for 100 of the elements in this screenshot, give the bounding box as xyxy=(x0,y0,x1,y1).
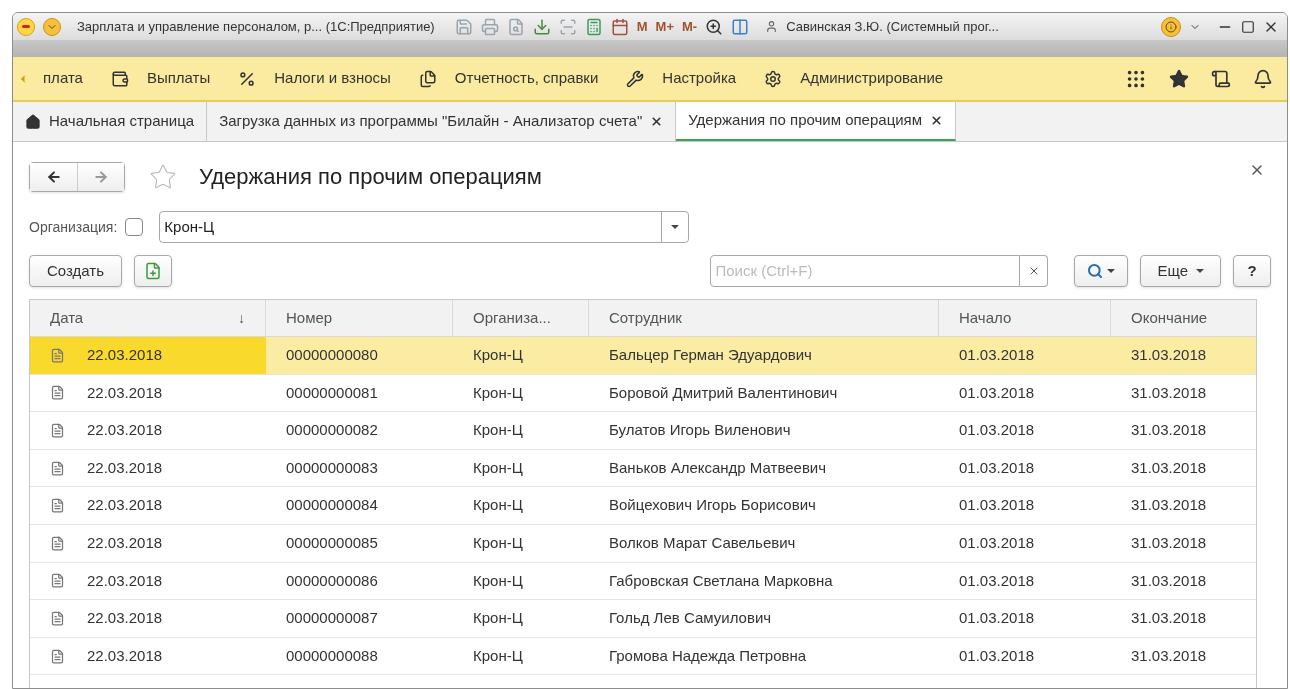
memory-button[interactable]: M xyxy=(636,16,648,37)
section-link[interactable]: плата xyxy=(29,67,97,90)
table-cell-text: 01.03.2018 xyxy=(958,420,1036,441)
back-button[interactable] xyxy=(30,162,78,191)
table-cell: 22.03.2018 xyxy=(30,600,266,637)
table-cell-text: Гольд Лев Самуилович xyxy=(608,608,773,629)
document-icon xyxy=(50,347,65,363)
menu-icon[interactable] xyxy=(43,17,61,36)
table-cell: 22.03.2018 xyxy=(30,562,266,600)
table-cell-text: Крон-Ц xyxy=(472,495,524,516)
document-icon xyxy=(50,610,65,626)
documents-icon xyxy=(418,69,437,88)
section-link[interactable]: Налоги и взносы xyxy=(224,67,405,90)
maximize-icon[interactable] xyxy=(1241,19,1255,34)
table-cell-text: 00000000087 xyxy=(285,608,379,629)
table-cell: 22.03.2018 xyxy=(30,412,266,449)
document-icon xyxy=(50,423,65,438)
sort-arrow: ↓ xyxy=(238,308,245,328)
table-cell-text: 01.03.2018 xyxy=(958,570,1036,591)
info-icon[interactable] xyxy=(1161,16,1181,37)
upload-icon[interactable] xyxy=(532,17,551,36)
create-button[interactable]: Создать xyxy=(29,255,122,287)
table-cell: 22.03.2018 xyxy=(30,374,266,412)
table-cell-text: Крон-Ц xyxy=(472,645,524,666)
search-field[interactable]: Поиск (Ctrl+F) xyxy=(710,255,1021,287)
search-icon xyxy=(1087,263,1104,279)
table-cell-text: 31.03.2018 xyxy=(1130,608,1208,629)
table-cell-text: 01.03.2018 xyxy=(958,645,1036,666)
table-cell: 22.03.2018 xyxy=(30,487,266,524)
table-cell-text: 01.03.2018 xyxy=(958,533,1036,553)
section-link[interactable]: Отчетность, справки xyxy=(404,67,613,90)
table-cell: 22.03.2018 xyxy=(30,337,266,374)
table-cell-text: 31.03.2018 xyxy=(1130,495,1208,516)
table-cell-text: Ваньков Александр Матвеевич xyxy=(608,457,828,478)
table-cell-text: Крон-Ц xyxy=(472,533,524,553)
table-cell: 22.03.2018 xyxy=(30,449,266,487)
memory-button[interactable]: M- xyxy=(681,16,698,37)
wallet-icon xyxy=(110,69,129,88)
calendar-icon[interactable] xyxy=(610,17,629,36)
table-cell: 22.03.2018 xyxy=(30,524,266,562)
document-icon xyxy=(50,498,65,514)
memory-button[interactable]: M+ xyxy=(655,16,674,37)
filter-checkbox[interactable] xyxy=(125,218,144,236)
scroll-icon[interactable] xyxy=(1211,68,1231,89)
column-header[interactable]: Сотрудник xyxy=(589,300,939,336)
home-icon xyxy=(25,113,41,130)
copy-document-button[interactable] xyxy=(134,255,172,287)
table-cell-text: 01.03.2018 xyxy=(958,382,1036,403)
table-cell-text: 00000000086 xyxy=(285,570,379,591)
column-header[interactable]: Организа... xyxy=(453,300,589,336)
tab[interactable]: Начальная страница xyxy=(13,102,208,141)
user-icon xyxy=(765,20,779,33)
table-cell-text: 01.03.2018 xyxy=(958,608,1036,629)
bell-icon[interactable] xyxy=(1253,68,1273,89)
table-cell-text: 01.03.2018 xyxy=(958,457,1036,478)
table-cell-text: 00000000083 xyxy=(285,457,379,478)
zoom-icon[interactable] xyxy=(705,17,724,36)
section-link[interactable]: Администрирование xyxy=(750,67,958,90)
user-name: Савинская З.Ю. (Системный прог... xyxy=(786,17,999,36)
document-icon xyxy=(50,535,65,551)
table-cell-text: 00000000081 xyxy=(285,382,379,403)
organization-field[interactable]: Крон-Ц xyxy=(159,211,690,243)
table-cell-text: 31.03.2018 xyxy=(1130,457,1208,478)
table-cell-text: 31.03.2018 xyxy=(1130,645,1208,666)
star-icon[interactable] xyxy=(149,162,177,191)
table-cell: 22.03.2018 xyxy=(30,637,266,675)
table-cell-text: Бальцер Герман Эдуардович xyxy=(608,345,813,366)
panels-icon[interactable] xyxy=(731,17,750,36)
table-cell-text: Громова Надежда Петровна xyxy=(608,645,808,666)
table-cell-text: Крон-Ц xyxy=(472,457,524,478)
help-button[interactable]: ? xyxy=(1233,255,1271,287)
table-cell-text: Крон-Ц xyxy=(472,382,524,403)
logo-icon[interactable] xyxy=(17,17,35,36)
search-button[interactable] xyxy=(1074,255,1129,287)
table-cell-text: 01.03.2018 xyxy=(958,345,1036,366)
form-title: Удержания по прочим операциям xyxy=(199,163,542,191)
column-header[interactable]: Окончание xyxy=(1111,300,1256,336)
table-cell-text: Крон-Ц xyxy=(472,608,524,629)
column-header[interactable]: Номер xyxy=(266,300,453,336)
table-cell-text: 00000000085 xyxy=(285,533,379,553)
column-header[interactable]: Начало xyxy=(939,300,1111,336)
table-row[interactable]: 22.03.2018 00000000080 Крон-Ц Бальцер Герман Эдуардович 01.03.2018 31.03.2018 xyxy=(30,337,1256,375)
table-cell-text: 31.03.2018 xyxy=(1130,345,1208,366)
section-link[interactable]: Настройка xyxy=(612,67,751,90)
table-cell-text: 00000000082 xyxy=(285,420,379,441)
document-icon xyxy=(50,385,65,401)
table-cell-text: Габровская Светлана Марковна xyxy=(608,570,834,591)
more-button[interactable]: Еще xyxy=(1140,255,1221,287)
column-header[interactable]: Дата ↓ xyxy=(30,300,266,336)
filter-label: Организация: xyxy=(29,217,118,237)
calculator-icon[interactable] xyxy=(584,17,603,36)
document-icon xyxy=(50,460,65,476)
star-icon[interactable] xyxy=(1169,68,1189,89)
window-title: Зарплата и управление персоналом, р... (1С:Предприятие) xyxy=(77,17,435,36)
tab[interactable]: Удержания по прочим операциям xyxy=(676,102,957,141)
table-cell-text: 31.03.2018 xyxy=(1130,382,1208,403)
right-arrow-icon xyxy=(93,168,109,185)
clear-button[interactable] xyxy=(1020,255,1049,287)
wrench-icon xyxy=(626,69,645,88)
section-link[interactable]: Выплаты xyxy=(96,67,225,90)
